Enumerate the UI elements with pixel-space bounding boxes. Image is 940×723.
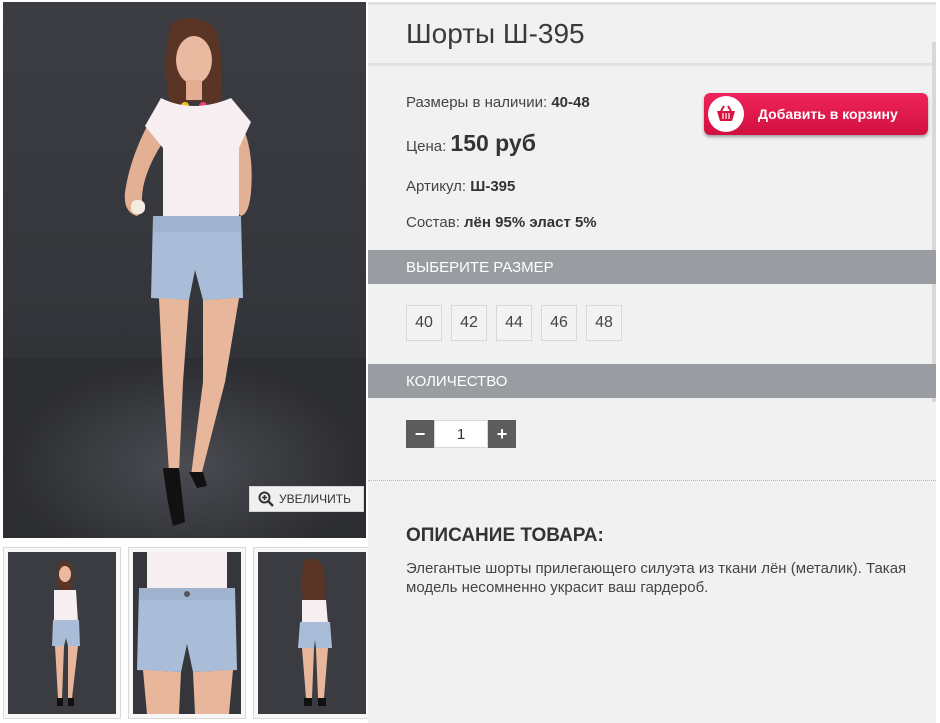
size-option-48[interactable]: 48 xyxy=(586,305,622,341)
quantity-stepper: − + xyxy=(406,420,516,448)
size-option-46[interactable]: 46 xyxy=(541,305,577,341)
thumbnail-front-image xyxy=(8,552,116,714)
description-text: Элегантые шорты прилегающего силуэта из … xyxy=(406,560,907,596)
sizes-available: Размеры в наличии: 40-48 xyxy=(406,94,590,111)
product-main-photo[interactable]: УВЕЛИЧИТЬ xyxy=(3,2,366,538)
product-details-panel: Шорты Ш-395 Размеры в наличии: 40-48 Цен… xyxy=(368,2,936,723)
add-to-cart-label: Добавить в корзину xyxy=(758,106,898,122)
price-value: 150 руб xyxy=(450,130,536,156)
price: Цена: 150 руб xyxy=(406,130,536,157)
thumbnail-back-image xyxy=(258,552,366,714)
zoom-in-icon xyxy=(258,491,274,507)
zoom-label: УВЕЛИЧИТЬ xyxy=(279,492,351,506)
section-divider xyxy=(368,480,936,481)
model-figure-front xyxy=(124,17,252,526)
sku-value: Ш-395 xyxy=(470,178,516,195)
thumbnail-strip xyxy=(3,547,371,719)
thumbnail-closeup-image xyxy=(133,552,241,714)
thumbnail-back[interactable] xyxy=(253,547,371,719)
composition-value: лён 95% эласт 5% xyxy=(464,214,597,231)
scrollbar[interactable] xyxy=(932,42,936,402)
price-label: Цена: xyxy=(406,138,447,155)
quantity-input[interactable] xyxy=(434,420,488,448)
quantity-decrease-button[interactable]: − xyxy=(406,420,434,448)
product-title: Шорты Ш-395 xyxy=(406,18,585,49)
composition-label: Состав: xyxy=(406,214,460,231)
basket-icon xyxy=(717,105,735,121)
sizes-available-label: Размеры в наличии: xyxy=(406,94,548,111)
cart-icon-badge xyxy=(708,96,744,132)
size-picker-heading: ВЫБЕРИТЕ РАЗМЕР xyxy=(368,250,936,284)
description-heading: ОПИСАНИЕ ТОВАРА: xyxy=(406,525,604,546)
sizes-available-value: 40-48 xyxy=(551,94,590,111)
thumbnail-closeup[interactable] xyxy=(128,547,246,719)
size-option-44[interactable]: 44 xyxy=(496,305,532,341)
add-to-cart-button[interactable]: Добавить в корзину xyxy=(704,93,928,135)
sku: Артикул: Ш-395 xyxy=(406,178,515,195)
sku-label: Артикул: xyxy=(406,178,467,195)
composition: Состав: лён 95% эласт 5% xyxy=(406,214,597,231)
size-options: 40 42 44 46 48 xyxy=(406,305,622,341)
title-bar: Шорты Ш-395 xyxy=(368,2,936,66)
thumbnail-front[interactable] xyxy=(3,547,121,719)
quantity-heading: КОЛИЧЕСТВО xyxy=(368,364,936,398)
quantity-increase-button[interactable]: + xyxy=(488,420,516,448)
zoom-button[interactable]: УВЕЛИЧИТЬ xyxy=(249,486,364,512)
size-option-42[interactable]: 42 xyxy=(451,305,487,341)
size-option-40[interactable]: 40 xyxy=(406,305,442,341)
